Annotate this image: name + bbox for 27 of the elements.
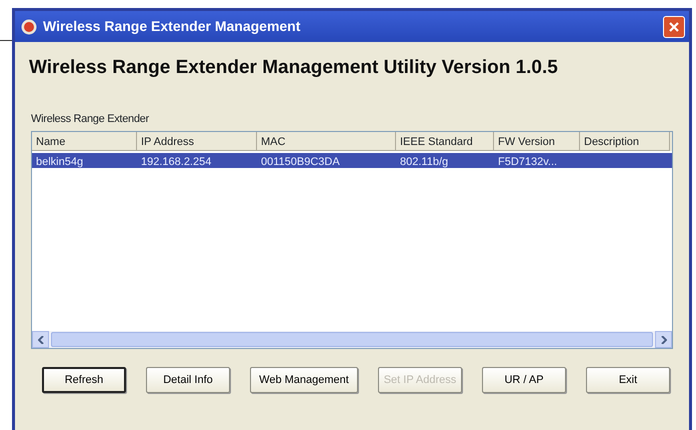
column-header[interactable]: IEEE Standard (396, 132, 494, 151)
action-button[interactable]: UR / AP (482, 367, 566, 393)
column-header[interactable]: IP Address (137, 132, 257, 151)
action-button[interactable]: Web Management (250, 367, 358, 393)
action-button[interactable]: Exit (586, 367, 670, 393)
leader-line (0, 40, 13, 41)
group-label: Wireless Range Extender (31, 112, 150, 126)
table-cell-text: 001150B9C3DA (260, 155, 341, 168)
close-button[interactable] (663, 16, 685, 38)
column-header[interactable]: FW Version (494, 132, 580, 151)
column-header[interactable]: Name (32, 132, 137, 151)
table-cell-text: belkin54g (35, 155, 84, 168)
action-button[interactable]: Refresh (42, 367, 126, 393)
app-icon (21, 18, 37, 34)
heading: Wireless Range Extender Management Utility Version 1.0.5 (29, 56, 559, 80)
column-header[interactable]: MAC (257, 132, 396, 151)
action-button[interactable]: Detail Info (146, 367, 230, 393)
table-row[interactable]: belkin54g 192.168.2.254 001150B9C3DA 802.11b/g F5D7132v... (32, 153, 672, 168)
column-header[interactable]: Description (580, 132, 670, 151)
scroll-left-button[interactable] (32, 331, 49, 348)
table-cell-text: 802.11b/g (399, 155, 450, 168)
scrollbar-thumb[interactable] (51, 332, 653, 347)
close-icon (668, 20, 680, 32)
scroll-right-button[interactable] (655, 331, 672, 348)
table-cell-text: F5D7132v... (497, 155, 558, 168)
table-cell-text: 192.168.2.254 (140, 155, 212, 168)
window-title: Wireless Range Extender Management (43, 17, 302, 36)
